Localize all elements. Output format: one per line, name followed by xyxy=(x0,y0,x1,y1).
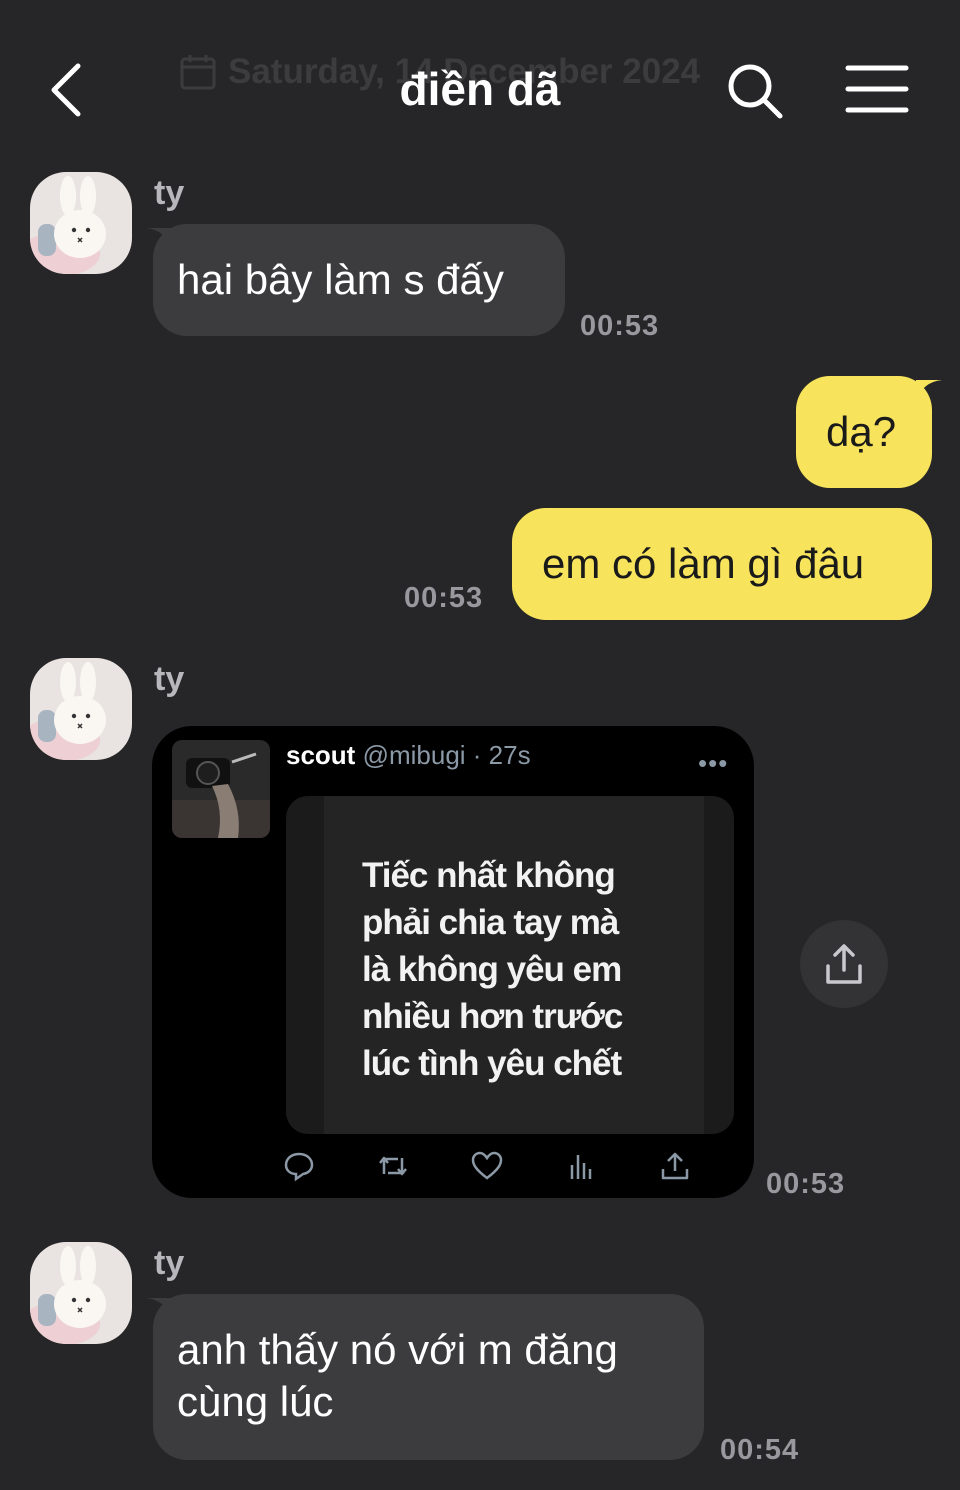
avatar[interactable] xyxy=(30,172,132,274)
avatar[interactable] xyxy=(30,658,132,760)
back-button[interactable] xyxy=(44,60,94,120)
sender-name: ty xyxy=(154,174,185,212)
avatar-bunny-image xyxy=(30,658,132,760)
back-icon xyxy=(51,63,81,117)
sender-name: ty xyxy=(154,1244,185,1282)
search-button[interactable] xyxy=(722,58,788,124)
views-icon[interactable] xyxy=(564,1149,598,1183)
tweet-actions xyxy=(282,1146,692,1186)
avatar-bunny-image xyxy=(30,1242,132,1344)
tweet-screenshot[interactable]: scout @mibugi · 27s ••• Tiếc nhất không … xyxy=(152,726,754,1198)
share-icon xyxy=(826,944,862,984)
message-line: cùng lúc xyxy=(177,1378,334,1425)
like-icon[interactable] xyxy=(470,1149,504,1183)
message-bubble[interactable]: anh thấy nó với m đăng cùng lúc xyxy=(153,1294,704,1460)
tweet-image-line: phải chia tay mà xyxy=(362,903,619,942)
sender-name: ty xyxy=(154,660,185,698)
tweet-age: · 27s xyxy=(472,740,531,770)
tweet-author-name: scout xyxy=(286,740,356,770)
message-time: 00:53 xyxy=(404,582,484,614)
message-bubble[interactable]: hai bây làm s đấy xyxy=(153,224,565,336)
message-line: anh thấy nó với m đăng xyxy=(177,1326,618,1373)
tweet-image-line: Tiếc nhất không xyxy=(362,856,616,895)
message-bubble[interactable]: em có làm gì đâu xyxy=(512,508,932,620)
calendar-icon xyxy=(180,55,216,90)
tweet-avatar-image xyxy=(172,740,270,838)
tweet-handle: @mibugi xyxy=(362,740,466,770)
menu-icon xyxy=(845,65,909,113)
tweet-image-text: Tiếc nhất không phải chia tay mà là khôn… xyxy=(362,852,702,1087)
tweet-header: scout @mibugi · 27s xyxy=(286,740,531,771)
tweet-avatar xyxy=(172,740,270,838)
tweet-image-line: lúc tình yêu chết xyxy=(362,1044,622,1083)
avatar-bunny-image xyxy=(30,172,132,274)
message-time: 00:54 xyxy=(720,1434,800,1466)
share-button[interactable] xyxy=(800,920,888,1008)
reply-icon[interactable] xyxy=(282,1149,316,1183)
tweet-image-line: nhiều hơn trước xyxy=(362,997,623,1036)
retweet-icon[interactable] xyxy=(376,1149,410,1183)
chat-title: điền dã xyxy=(399,63,561,115)
menu-button[interactable] xyxy=(842,60,912,118)
tweet-share-icon[interactable] xyxy=(658,1149,692,1183)
message-time: 00:53 xyxy=(580,310,660,342)
message-bubble[interactable]: dạ? xyxy=(796,376,932,488)
search-icon xyxy=(728,64,783,119)
more-options-icon[interactable]: ••• xyxy=(698,748,728,779)
tweet-image-line: là không yêu em xyxy=(362,950,622,989)
avatar[interactable] xyxy=(30,1242,132,1344)
tweet-image: Tiếc nhất không phải chia tay mà là khôn… xyxy=(286,796,734,1134)
message-time: 00:53 xyxy=(766,1168,846,1200)
